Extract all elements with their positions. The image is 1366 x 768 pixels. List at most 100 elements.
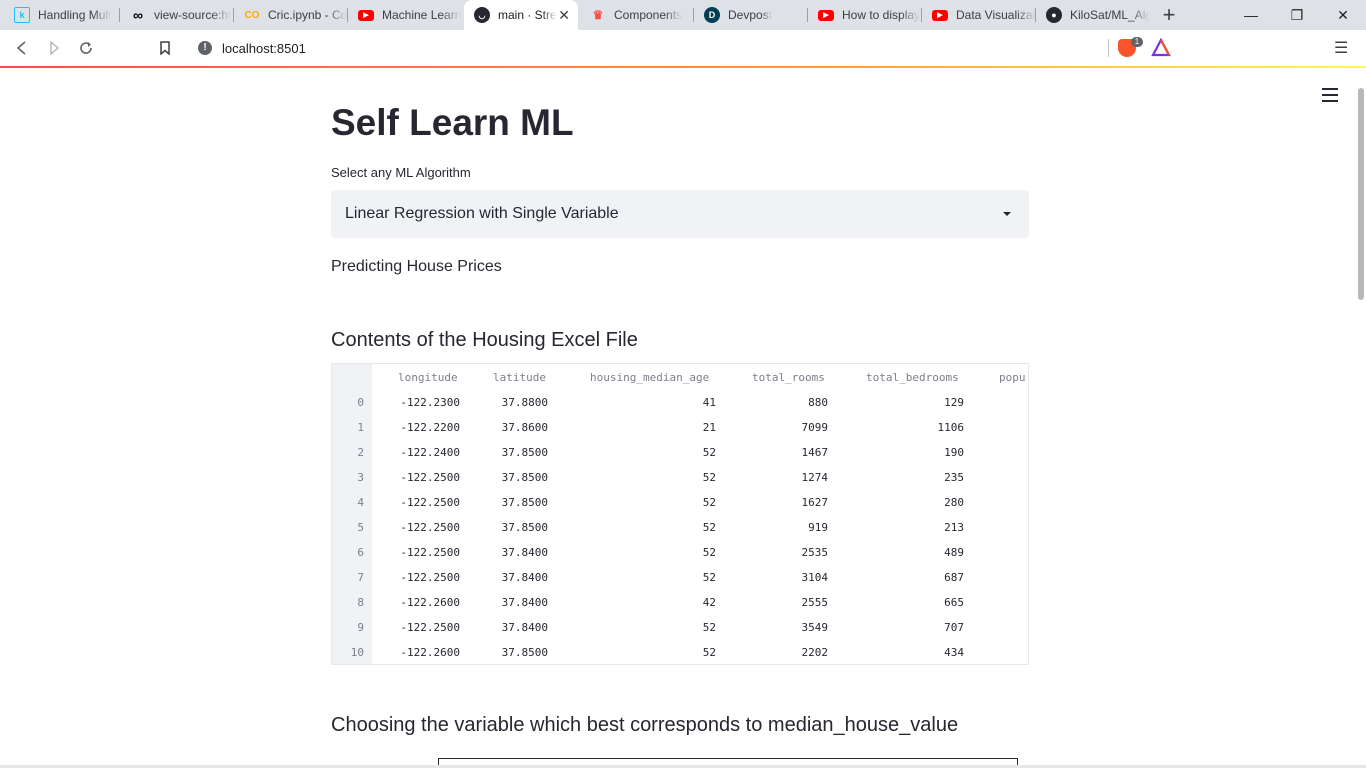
- page-scrollbar[interactable]: [1358, 88, 1364, 300]
- tab-main-streamlit[interactable]: ◡ main · Stre ✕: [464, 0, 578, 30]
- tab-colab[interactable]: CO Cric.ipynb - Co: [234, 0, 348, 30]
- column-header[interactable]: housing_median_age: [590, 371, 709, 384]
- table-cell: 919: [808, 521, 828, 534]
- table-cell: 37.8400: [501, 621, 548, 634]
- crown-icon: ♛: [592, 8, 604, 22]
- table-cell: 2535: [801, 546, 829, 559]
- row-index: 4: [357, 496, 364, 509]
- tab-label: Components: [614, 8, 683, 22]
- tab-components[interactable]: ♛ Components: [580, 0, 694, 30]
- back-button[interactable]: [10, 36, 34, 60]
- table-cell: 52: [702, 446, 716, 459]
- table-cell: 1274: [801, 471, 829, 484]
- table-cell: -122.2500: [400, 521, 460, 534]
- table-cell: 707: [944, 621, 964, 634]
- table-cell: 42: [702, 596, 716, 609]
- site-info-icon[interactable]: !: [198, 41, 212, 55]
- tab-kilosat[interactable]: ● KiloSat/ML_Alg: [1036, 0, 1150, 30]
- column-header[interactable]: total_rooms: [752, 371, 825, 384]
- bookmark-button[interactable]: [153, 36, 177, 60]
- table-cell: 3104: [801, 571, 829, 584]
- browser-toolbar: ! localhost:8501 1 ☰: [0, 30, 1366, 66]
- hamburger-menu-icon[interactable]: [1322, 88, 1338, 102]
- brave-rewards-icon[interactable]: [1151, 38, 1171, 58]
- table-cell: 37.8800: [501, 396, 548, 409]
- table-cell: 52: [702, 546, 716, 559]
- row-index: 9: [357, 621, 364, 634]
- column-header[interactable]: longitude: [398, 371, 458, 384]
- tab-label: Handling Mult: [38, 8, 112, 22]
- streamlit-icon: ◡: [474, 7, 490, 23]
- table-cell: -122.2500: [400, 496, 460, 509]
- row-index: 0: [357, 396, 364, 409]
- table-cell: -122.2600: [400, 646, 460, 659]
- section-heading-housing: Contents of the Housing Excel File: [331, 329, 638, 351]
- app-viewport: Self Learn ML Select any ML Algorithm Li…: [0, 68, 1366, 768]
- github-icon: ●: [1046, 7, 1062, 23]
- close-window-button[interactable]: ✕: [1320, 0, 1366, 30]
- devpost-icon: D: [704, 7, 720, 23]
- row-index: 10: [350, 646, 364, 659]
- youtube-icon: ▶: [358, 9, 374, 21]
- tab-label: Devpost: [728, 8, 773, 22]
- forward-button[interactable]: [42, 36, 66, 60]
- tab-close-icon[interactable]: ✕: [558, 7, 570, 24]
- algorithm-select-value: Linear Regression with Single Variable: [345, 205, 619, 222]
- row-index: 7: [357, 571, 364, 584]
- tab-label: main · Stre: [498, 8, 557, 22]
- table-cell: 3549: [801, 621, 829, 634]
- reload-button[interactable]: [74, 36, 98, 60]
- section-heading-choosing: Choosing the variable which best corresp…: [331, 714, 959, 736]
- reload-icon: [80, 42, 92, 54]
- table-cell: 280: [944, 496, 964, 509]
- table-cell: 37.8400: [501, 546, 548, 559]
- dataframe-index-column: [332, 364, 372, 664]
- page-title: Self Learn ML: [331, 102, 574, 143]
- tab-view-source[interactable]: ∞ view-source:ht: [120, 0, 234, 30]
- table-cell: 665: [944, 596, 964, 609]
- table-cell: -122.2600: [400, 596, 460, 609]
- row-index: 6: [357, 546, 364, 559]
- column-header[interactable]: latitude: [493, 371, 546, 384]
- browser-menu-icon[interactable]: ☰: [1334, 38, 1348, 58]
- minimize-button[interactable]: —: [1228, 0, 1274, 30]
- table-cell: 1627: [801, 496, 829, 509]
- table-cell: 52: [702, 571, 716, 584]
- tab-machine-learn[interactable]: ▶ Machine Learn: [348, 0, 462, 30]
- omnibox-divider: [1108, 39, 1109, 57]
- tab-label: How to display: [842, 8, 921, 22]
- table-cell: 37.8500: [501, 521, 548, 534]
- table-cell: -122.2500: [400, 621, 460, 634]
- column-header[interactable]: total_bedrooms: [866, 371, 959, 384]
- tab-data-visualizat[interactable]: ▶ Data Visualizat: [922, 0, 1036, 30]
- row-index: 5: [357, 521, 364, 534]
- infinity-icon: ∞: [133, 7, 143, 23]
- tab-label: Machine Learn: [382, 8, 462, 22]
- table-cell: 37.8500: [501, 446, 548, 459]
- table-cell: 37.8600: [501, 421, 548, 434]
- forward-arrow-icon: [50, 41, 60, 55]
- address-bar[interactable]: ! localhost:8501 1: [188, 33, 1178, 63]
- table-cell: 41: [702, 396, 716, 409]
- tab-devpost[interactable]: D Devpost: [694, 0, 808, 30]
- dataframe[interactable]: longitude latitude housing_median_age total…: [331, 363, 1029, 665]
- table-cell: 37.8500: [501, 496, 548, 509]
- shields-count-badge: 1: [1131, 37, 1143, 47]
- table-cell: -122.2500: [400, 571, 460, 584]
- table-cell: 52: [702, 521, 716, 534]
- tab-handling-mult[interactable]: k Handling Mult: [4, 0, 120, 30]
- row-index: 2: [357, 446, 364, 459]
- column-header[interactable]: popu: [999, 371, 1026, 384]
- table-cell: 52: [702, 471, 716, 484]
- tab-label: view-source:ht: [154, 8, 232, 22]
- tab-how-to-display[interactable]: ▶ How to display: [808, 0, 922, 30]
- row-index: 3: [357, 471, 364, 484]
- table-cell: 21: [702, 421, 716, 434]
- table-cell: 2202: [801, 646, 829, 659]
- algorithm-select[interactable]: Linear Regression with Single Variable: [331, 190, 1029, 238]
- url-text[interactable]: localhost:8501: [222, 41, 306, 56]
- restore-button[interactable]: ❐: [1274, 0, 1320, 30]
- new-tab-button[interactable]: +: [1158, 3, 1180, 27]
- table-cell: 2555: [801, 596, 829, 609]
- table-cell: 129: [944, 396, 964, 409]
